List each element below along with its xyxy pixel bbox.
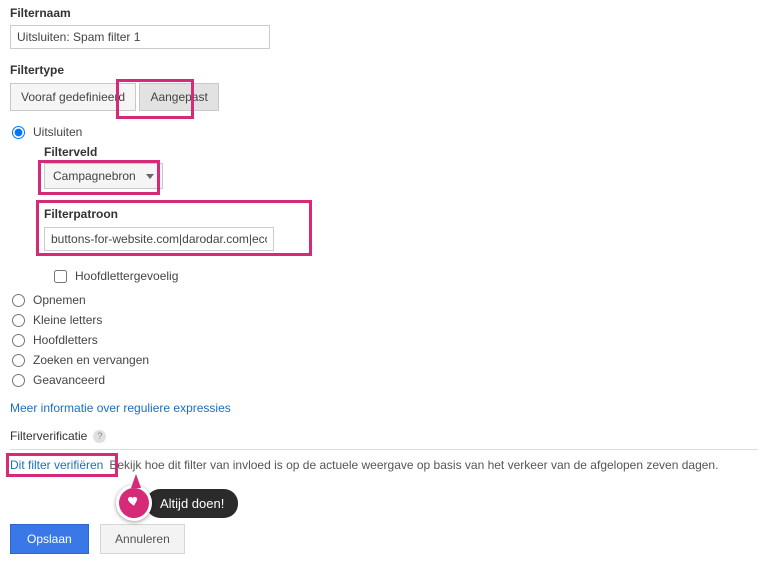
custom-toggle[interactable]: Aangepast <box>139 83 218 111</box>
exclude-radio[interactable] <box>12 126 25 139</box>
heart-icon <box>116 485 152 521</box>
include-radio[interactable] <box>12 294 25 307</box>
filter-pattern-input[interactable] <box>44 227 274 251</box>
cancel-button[interactable]: Annuleren <box>100 524 185 554</box>
help-icon[interactable]: ? <box>93 430 106 443</box>
exclude-label: Uitsluiten <box>33 125 82 139</box>
verify-desc: Bekijk hoe dit filter van invloed is op … <box>109 458 718 472</box>
filter-name-label: Filternaam <box>10 6 758 20</box>
lowercase-label: Kleine letters <box>33 313 102 327</box>
save-button[interactable]: Opslaan <box>10 524 89 554</box>
search-replace-label: Zoeken en vervangen <box>33 353 149 367</box>
verification-header: Filterverificatie <box>10 429 87 443</box>
chevron-down-icon <box>146 174 154 179</box>
case-sensitive-label: Hoofdlettergevoelig <box>75 269 178 283</box>
advanced-label: Geavanceerd <box>33 373 105 387</box>
verify-filter-link[interactable]: Dit filter verifiëren <box>10 458 103 472</box>
regex-info-link[interactable]: Meer informatie over reguliere expressie… <box>10 401 231 415</box>
case-sensitive-checkbox[interactable] <box>54 270 67 283</box>
callout-text: Altijd doen! <box>146 489 238 518</box>
filter-field-label: Filterveld <box>44 145 758 159</box>
predefined-toggle[interactable]: Vooraf gedefinieerd <box>10 83 136 111</box>
lowercase-radio[interactable] <box>12 314 25 327</box>
callout: Altijd doen! <box>116 485 238 521</box>
filter-name-input[interactable] <box>10 25 270 49</box>
filter-field-selected: Campagnebron <box>53 169 136 183</box>
include-label: Opnemen <box>33 293 86 307</box>
filter-field-dropdown[interactable]: Campagnebron <box>44 163 163 189</box>
advanced-radio[interactable] <box>12 374 25 387</box>
filter-pattern-label: Filterpatroon <box>44 207 758 221</box>
search-replace-radio[interactable] <box>12 354 25 367</box>
uppercase-label: Hoofdletters <box>33 333 98 347</box>
filter-type-label: Filtertype <box>10 63 758 77</box>
uppercase-radio[interactable] <box>12 334 25 347</box>
